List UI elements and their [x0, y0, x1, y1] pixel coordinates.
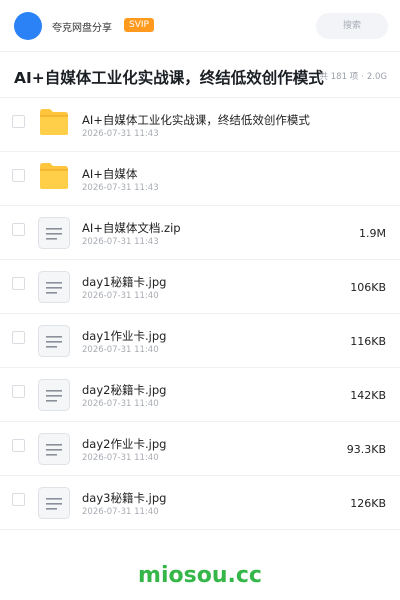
- file-row[interactable]: AI+自媒体工业化实战课，终结低效创作模式 2026-07-31 11:43: [0, 98, 400, 152]
- select-checkbox[interactable]: [12, 493, 25, 506]
- watermark: miosou.cc: [138, 563, 262, 588]
- file-date: 2026-07-31 11:43: [82, 183, 159, 193]
- document-icon: [38, 325, 70, 357]
- item-count: 共 181 项: [319, 72, 359, 82]
- separator: ·: [361, 72, 364, 82]
- file-name[interactable]: AI+自媒体工业化实战课，终结低效创作模式: [82, 112, 310, 128]
- select-checkbox[interactable]: [12, 223, 25, 236]
- select-checkbox[interactable]: [12, 439, 25, 452]
- file-name[interactable]: day2秘籍卡.jpg: [82, 382, 166, 398]
- share-header: 夸克网盘分享 SVIP 搜索: [0, 0, 400, 52]
- document-icon: [38, 487, 70, 519]
- file-date: 2026-07-31 11:40: [82, 291, 159, 301]
- file-row[interactable]: AI+自媒体文档.zip 2026-07-31 11:43 1.9M: [0, 206, 400, 260]
- file-size: 126KB: [350, 497, 386, 510]
- file-date: 2026-07-31 11:40: [82, 507, 159, 517]
- file-size: 142KB: [350, 389, 386, 402]
- file-row[interactable]: day2作业卡.jpg 2026-07-31 11:40 93.3KB: [0, 422, 400, 476]
- file-row[interactable]: day1作业卡.jpg 2026-07-31 11:40 116KB: [0, 314, 400, 368]
- document-icon: [38, 379, 70, 411]
- file-date: 2026-07-31 11:43: [82, 129, 159, 139]
- file-name[interactable]: AI+自媒体文档.zip: [82, 220, 181, 236]
- file-list: AI+自媒体工业化实战课，终结低效创作模式 2026-07-31 11:43 AI+…: [0, 98, 400, 530]
- search-placeholder: 搜索: [342, 21, 361, 31]
- site-name: 夸克网盘分享: [52, 23, 112, 34]
- file-date: 2026-07-31 11:40: [82, 453, 159, 463]
- file-name[interactable]: day1作业卡.jpg: [82, 328, 166, 344]
- file-row[interactable]: day2秘籍卡.jpg 2026-07-31 11:40 142KB: [0, 368, 400, 422]
- file-row[interactable]: day3秘籍卡.jpg 2026-07-31 11:40 126KB: [0, 476, 400, 530]
- select-checkbox[interactable]: [12, 277, 25, 290]
- file-date: 2026-07-31 11:40: [82, 399, 159, 409]
- total-size: 2.0G: [366, 72, 387, 82]
- select-checkbox[interactable]: [12, 385, 25, 398]
- file-date: 2026-07-31 11:40: [82, 345, 159, 355]
- file-date: 2026-07-31 11:43: [82, 237, 159, 247]
- title-bar: AI+自媒体工业化实战课，终结低效创作模式 共 181 项 · 2.0G: [0, 52, 400, 98]
- document-icon: [38, 433, 70, 465]
- file-row[interactable]: AI+自媒体 2026-07-31 11:43: [0, 152, 400, 206]
- file-size: 93.3KB: [346, 443, 386, 456]
- file-name[interactable]: day2作业卡.jpg: [82, 436, 166, 452]
- file-size: 116KB: [350, 335, 386, 348]
- select-checkbox[interactable]: [12, 115, 25, 128]
- file-row[interactable]: day1秘籍卡.jpg 2026-07-31 11:40 106KB: [0, 260, 400, 314]
- page-title: AI+自媒体工业化实战课，终结低效创作模式: [14, 69, 324, 87]
- search-input[interactable]: 搜索: [316, 13, 388, 39]
- file-size: 106KB: [350, 281, 386, 294]
- document-icon: [38, 217, 70, 249]
- file-name[interactable]: AI+自媒体: [82, 166, 137, 182]
- avatar[interactable]: [14, 12, 42, 40]
- file-name[interactable]: day3秘籍卡.jpg: [82, 490, 166, 506]
- folder-icon: [40, 109, 68, 135]
- select-checkbox[interactable]: [12, 331, 25, 344]
- document-icon: [38, 271, 70, 303]
- item-summary: 共 181 项 · 2.0G: [320, 70, 387, 82]
- svip-badge[interactable]: SVIP: [124, 18, 154, 32]
- select-checkbox[interactable]: [12, 169, 25, 182]
- file-name[interactable]: day1秘籍卡.jpg: [82, 274, 166, 290]
- file-size: 1.9M: [359, 227, 386, 240]
- folder-icon: [40, 163, 68, 189]
